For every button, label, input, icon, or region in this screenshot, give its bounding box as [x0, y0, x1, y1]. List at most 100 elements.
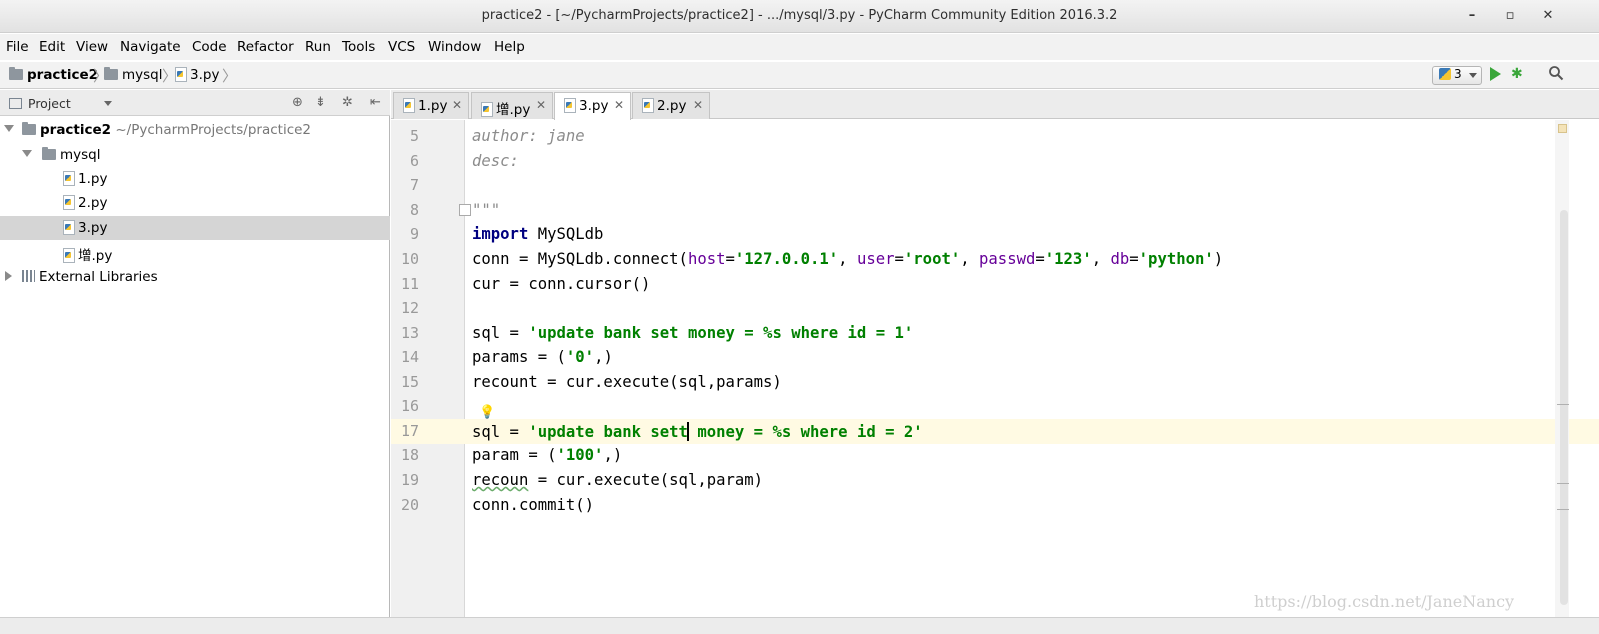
tab-label: 2.py [657, 98, 687, 114]
tree-item-project-root[interactable]: practice2 ~/PycharmProjects/practice2 [0, 118, 390, 142]
menu-refactor[interactable]: Refactor [237, 39, 294, 55]
tab-3-py[interactable]: 3.py ✕ [554, 92, 631, 120]
navigation-bar: practice2 〉 mysql 〉 3.py 〉 [0, 62, 1599, 89]
chevron-down-icon[interactable] [104, 101, 112, 106]
line-number: 9 [409, 225, 419, 243]
menu-edit[interactable]: Edit [39, 39, 65, 55]
python-file-icon [174, 67, 187, 82]
tree-label: 1.py [78, 171, 108, 187]
search-icon[interactable] [1548, 65, 1564, 81]
close-tab-icon[interactable]: ✕ [536, 98, 546, 112]
collapse-all-icon[interactable]: ⇟ [315, 95, 326, 110]
breadcrumb-practice2[interactable]: practice2 [9, 67, 98, 83]
run-icon[interactable] [1490, 67, 1501, 81]
tree-item-file[interactable]: 增.py [0, 240, 390, 264]
run-config-label: 3 [1454, 67, 1462, 81]
kwarg-token: host [687, 250, 726, 268]
tree-item-file[interactable]: 2.py [0, 191, 390, 215]
stripe-marker[interactable] [1557, 509, 1569, 510]
code-line: conn.commit() [472, 496, 595, 514]
locate-icon[interactable]: ⊕ [292, 95, 303, 110]
code-token: sql = [472, 324, 529, 342]
breadcrumb-label: 3.py [190, 67, 220, 83]
menu-vcs[interactable]: VCS [388, 39, 415, 55]
code-token: ,) [603, 446, 623, 464]
kwarg-token: passwd [979, 250, 1036, 268]
tree-item-file-selected[interactable]: 3.py [0, 216, 390, 240]
close-tab-icon[interactable]: ✕ [452, 98, 462, 112]
menu-help[interactable]: Help [494, 39, 525, 55]
stripe-marker[interactable] [1557, 404, 1569, 405]
line-number: 12 [400, 299, 419, 317]
gear-icon[interactable]: ✲ [342, 95, 353, 110]
python-file-icon [62, 248, 75, 263]
tree-label: External Libraries [39, 269, 158, 285]
tab-2-py[interactable]: 2.py ✕ [632, 92, 710, 119]
code-token: ,) [594, 348, 613, 366]
code-line: author: jane [472, 127, 585, 145]
code-line: import MySQLdb [472, 225, 603, 243]
project-view-selector[interactable]: Project [28, 96, 71, 111]
editor-tab-bar: 1.py ✕ 增.py ✕ 3.py ✕ 2.py ✕ [391, 90, 1599, 120]
breadcrumb-label: practice2 [27, 67, 99, 83]
line-number: 8 [409, 201, 419, 219]
tab-label: 3.py [579, 98, 609, 114]
expand-arrow-icon[interactable] [4, 125, 14, 132]
tree-label: 3.py [78, 220, 108, 236]
lightbulb-icon[interactable]: 💡 [479, 405, 495, 420]
python-file-icon [641, 98, 654, 113]
folder-icon [42, 147, 56, 160]
code-token: sql = [472, 423, 529, 441]
code-line: cur = conn.cursor() [472, 275, 651, 293]
status-bar [0, 617, 1599, 634]
close-tab-icon[interactable]: ✕ [614, 98, 624, 112]
tree-item-mysql[interactable]: mysql [0, 143, 390, 167]
close-window-button[interactable]: ✕ [1538, 6, 1558, 26]
menu-window[interactable]: Window [428, 39, 481, 55]
code-editor[interactable]: 5 6 7 8 9 10 11 12 13 14 15 16 17 18 19 … [391, 120, 1599, 617]
string-token: '127.0.0.1' [734, 250, 839, 268]
fold-marker-icon[interactable] [459, 204, 471, 216]
expand-arrow-icon[interactable] [22, 150, 32, 157]
python-icon [1439, 68, 1451, 80]
tree-item-external-libraries[interactable]: External Libraries [0, 265, 390, 289]
menu-code[interactable]: Code [192, 39, 227, 55]
maximize-button[interactable]: ▫ [1500, 6, 1520, 26]
warning-marker-icon[interactable] [1558, 124, 1567, 133]
code-token: params = ( [472, 348, 566, 366]
tab-zeng-py[interactable]: 增.py ✕ [471, 92, 553, 119]
project-path: ~/PycharmProjects/practice2 [115, 122, 312, 138]
code-line: recount = cur.execute(sql,params) [472, 373, 782, 391]
tree-label: 增.py [78, 248, 113, 264]
library-icon [22, 270, 35, 282]
stripe-marker[interactable] [1557, 483, 1569, 484]
menu-navigate[interactable]: Navigate [120, 39, 181, 55]
code-line: sql = 'update bank set money = %s where … [472, 324, 913, 342]
breadcrumb-file[interactable]: 3.py [174, 67, 219, 83]
string-token: '100' [556, 446, 604, 464]
code-token: conn = MySQLdb.connect( [472, 250, 688, 268]
line-number: 5 [409, 127, 419, 145]
hide-panel-icon[interactable]: ⇤ [370, 95, 381, 110]
line-number: 13 [400, 324, 419, 342]
code-line: desc: [472, 152, 519, 170]
menu-file[interactable]: File [6, 39, 29, 55]
line-number: 19 [400, 471, 419, 489]
folder-icon [104, 67, 118, 80]
string-token: 'update bank sett [528, 423, 688, 441]
run-configuration-dropdown[interactable]: 3 [1432, 66, 1482, 85]
menu-run[interactable]: Run [305, 39, 331, 55]
line-number: 7 [409, 176, 419, 194]
minimize-button[interactable]: – [1462, 6, 1482, 26]
tree-item-file[interactable]: 1.py [0, 167, 390, 191]
menu-tools[interactable]: Tools [342, 39, 375, 55]
close-tab-icon[interactable]: ✕ [693, 98, 703, 112]
tab-1-py[interactable]: 1.py ✕ [393, 92, 469, 119]
python-file-icon [480, 102, 493, 117]
line-number: 14 [400, 348, 419, 366]
collapse-arrow-icon[interactable] [5, 271, 12, 281]
breadcrumb-mysql[interactable]: mysql [104, 67, 163, 83]
debug-icon[interactable]: ✱ [1511, 66, 1523, 82]
vertical-scrollbar[interactable] [1560, 210, 1568, 605]
menu-view[interactable]: View [76, 39, 108, 55]
